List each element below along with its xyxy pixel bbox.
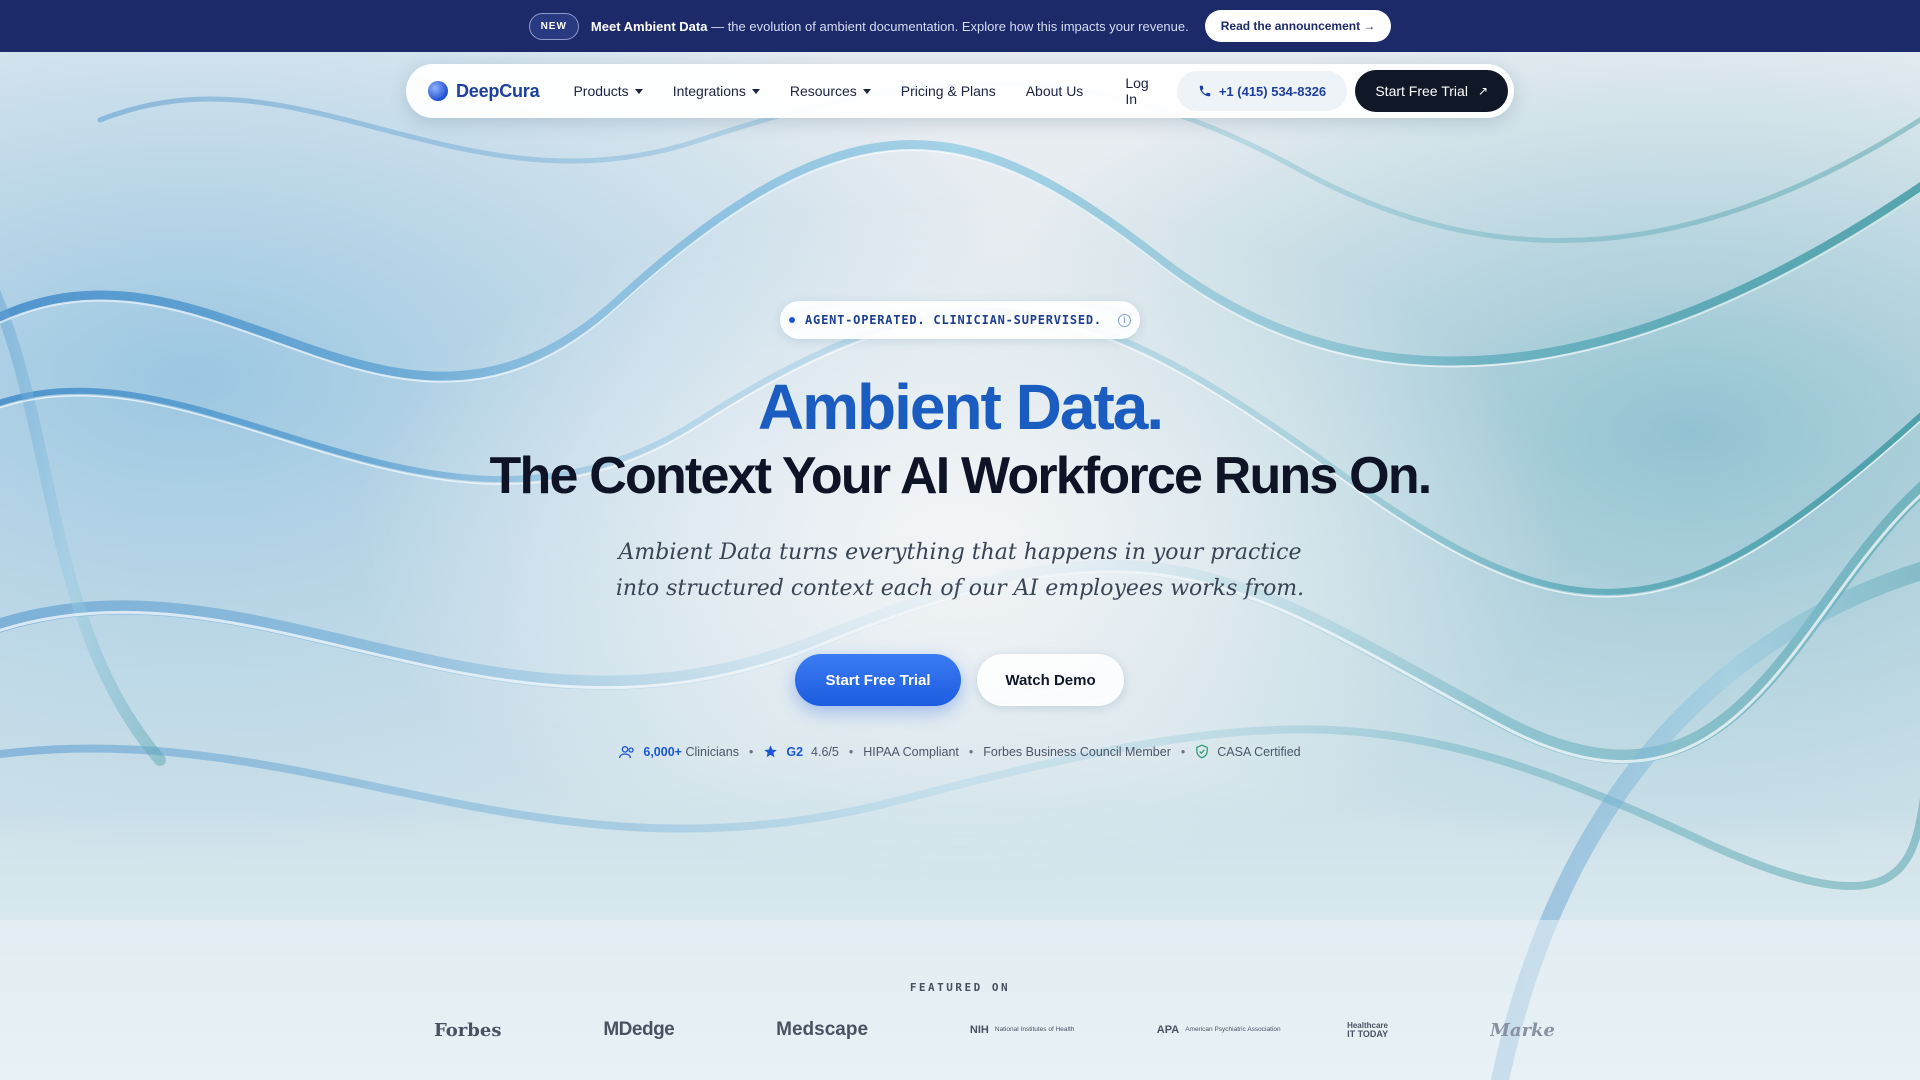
new-badge: NEW <box>528 12 579 40</box>
nav-start-trial-button[interactable]: Start Free Trial ↗ <box>1355 70 1508 112</box>
bullet-separator: • <box>1180 744 1186 759</box>
bullet-separator: • <box>968 744 974 759</box>
hipaa-badge: HIPAA Compliant <box>863 744 959 759</box>
users-icon <box>619 745 635 758</box>
nih-logo-mark: NIH <box>969 1024 989 1036</box>
medscape-logo: Medscape <box>776 1019 869 1040</box>
nav-start-trial-label: Start Free Trial <box>1375 83 1468 99</box>
nih-logo: NIH National Institutes of Health <box>969 1024 1075 1036</box>
market-logo: Market <box>1489 1019 1554 1041</box>
nav-item-products[interactable]: Products <box>573 83 643 99</box>
brand-logo-icon <box>428 81 448 101</box>
read-announcement-button[interactable]: Read the announcement → <box>1204 10 1392 42</box>
g2-rating: 4.6/5 <box>811 744 839 759</box>
apa-logo: APA American Psychiatric Association <box>1156 1024 1281 1036</box>
announcement-banner: NEW Meet Ambient Data — the evolution of… <box>0 0 1920 52</box>
hero-eyebrow-pill: AGENT-OPERATED. CLINICIAN-SUPERVISED. i <box>780 301 1140 339</box>
casa-badge: CASA Certified <box>1217 744 1301 759</box>
brand-name: DeepCura <box>456 80 540 101</box>
hero-title-line-2: The Context Your AI Workforce Runs On. <box>489 447 1433 505</box>
featured-on-label: FEATURED ON <box>909 981 1011 994</box>
nav-item-integrations-label: Integrations <box>672 83 746 99</box>
nih-logo-text: National Institutes of Health <box>994 1026 1075 1033</box>
announcement-headline: Meet Ambient Data <box>590 18 708 34</box>
nav-item-integrations[interactable]: Integrations <box>673 83 760 99</box>
hero-subtitle: Ambient Data turns everything that happe… <box>560 535 1360 607</box>
main-nav: DeepCura Products Integrations Resources… <box>406 64 1514 118</box>
nav-item-about[interactable]: About Us <box>1026 83 1084 99</box>
status-dot-icon <box>789 317 796 323</box>
nav-item-pricing-label: Pricing & Plans <box>900 83 996 99</box>
hero-eyebrow-text: AGENT-OPERATED. CLINICIAN-SUPERVISED. <box>805 313 1102 327</box>
forbes-council-badge: Forbes Business Council Member <box>983 744 1171 759</box>
apa-logo-text: American Psychiatric Association <box>1185 1026 1281 1033</box>
clinicians-count: 6,000+ <box>643 744 682 759</box>
clinicians-label: Clinicians <box>685 744 739 759</box>
chevron-down-icon <box>751 88 760 94</box>
bullet-separator: • <box>848 744 854 759</box>
nav-item-products-label: Products <box>573 83 629 99</box>
info-icon[interactable]: i <box>1117 313 1131 327</box>
announcement-text: Meet Ambient Data — the evolution of amb… <box>591 19 1189 34</box>
hero-subtitle-line-1: Ambient Data turns everything that happe… <box>618 540 1302 565</box>
watch-demo-button[interactable]: Watch Demo <box>977 654 1124 706</box>
nav-item-about-label: About Us <box>1025 83 1084 99</box>
chevron-down-icon <box>634 88 643 94</box>
shield-check-icon <box>1196 744 1209 759</box>
arrow-up-right-icon: ↗ <box>1477 84 1488 98</box>
forbes-logo: Forbes <box>434 1019 502 1041</box>
hero-subtitle-line-2: into structured context each of our AI e… <box>615 576 1305 601</box>
hero-start-trial-button[interactable]: Start Free Trial <box>795 654 961 706</box>
phone-button[interactable]: +1 (415) 534-8326 <box>1176 71 1348 111</box>
mdedge-logo: MDedge <box>603 1019 675 1040</box>
bullet-separator: • <box>748 744 754 759</box>
healthcare-it-today-logo: Healthcare IT TODAY <box>1347 1021 1388 1039</box>
brand-logo[interactable]: DeepCura <box>428 80 540 102</box>
chevron-down-icon <box>862 88 871 94</box>
apa-logo-mark: APA <box>1156 1024 1180 1036</box>
phone-icon <box>1199 85 1211 97</box>
login-link[interactable]: Log In <box>1125 75 1162 107</box>
announcement-message: — the evolution of ambient documentation… <box>707 18 1189 34</box>
phone-number: +1 (415) 534-8326 <box>1218 83 1327 99</box>
nav-item-resources-label: Resources <box>789 83 857 99</box>
nav-item-pricing[interactable]: Pricing & Plans <box>901 83 996 99</box>
featured-logos-row: Forbes MDedge Medscape NIH National Inst… <box>434 1012 1554 1048</box>
hero-title-line-1: Ambient Data. <box>757 371 1164 443</box>
trust-bar: 6,000+ Clinicians • G2 4.6/5 • HIPAA Com… <box>0 744 1920 759</box>
g2-label: G2 <box>786 744 804 759</box>
star-icon <box>764 745 778 758</box>
hit-logo-line-2: IT TODAY <box>1347 1029 1389 1039</box>
nav-item-resources[interactable]: Resources <box>790 83 871 99</box>
